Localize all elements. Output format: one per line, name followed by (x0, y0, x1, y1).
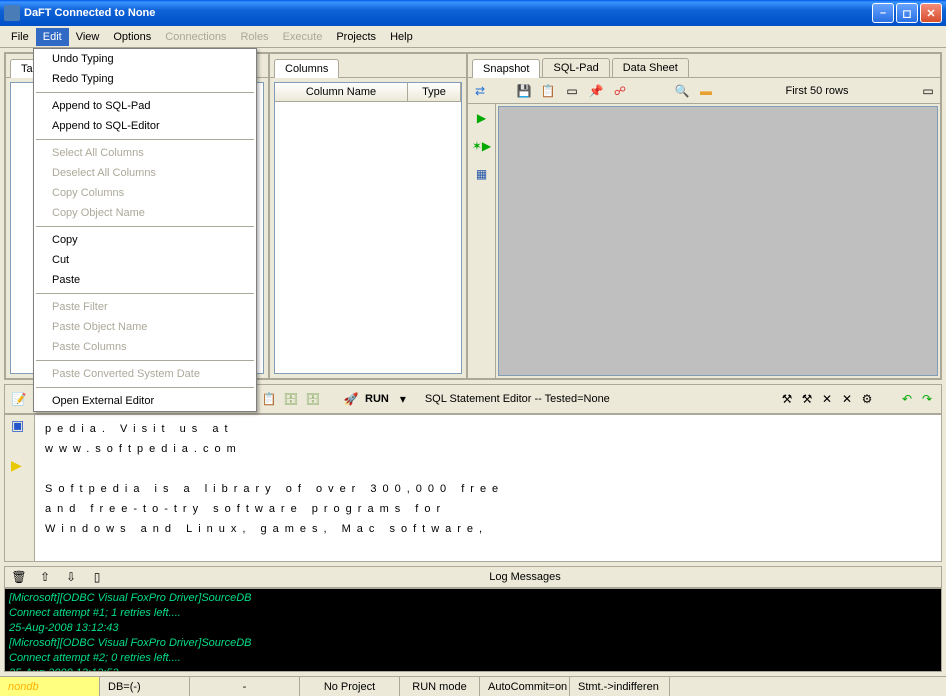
sql-status: SQL Statement Editor -- Tested=None (425, 393, 610, 405)
edit-dropdown: Undo Typing Redo Typing Append to SQL-Pa… (33, 48, 257, 412)
log-line: [Microsoft][ODBC Visual FoxPro Driver]So… (9, 591, 937, 606)
menu-paste-obj: Paste Object Name (34, 317, 256, 337)
minimize-button[interactable]: – (872, 3, 894, 23)
tool4-icon[interactable]: ✕ (839, 391, 855, 407)
log-line: 25-Aug-2008 13:12:43 (9, 621, 937, 636)
menu-paste-date: Paste Converted System Date (34, 364, 256, 384)
log-line: [Microsoft][ODBC Visual FoxPro Driver]So… (9, 636, 937, 651)
menu-redo[interactable]: Redo Typing (34, 69, 256, 89)
redo-icon[interactable]: ↷ (919, 391, 935, 407)
copy2-icon[interactable]: 📋 (261, 391, 277, 407)
box-icon[interactable]: ▭ (920, 83, 936, 99)
snapshot-toolbar: ⇄ 💾 📋 ▭ 📌 ☍ 🔍 ▬ First 50 rows ▭ (468, 78, 940, 104)
menu-view[interactable]: View (69, 28, 107, 46)
db1-icon[interactable]: 🗄 (283, 391, 299, 407)
db2-icon[interactable]: 🗄 (305, 391, 321, 407)
titlebar: DaFT Connected to None – ◻ ✕ (0, 0, 946, 26)
log-clear-icon[interactable]: 🗑 (11, 569, 27, 585)
tool5-icon[interactable]: ⚙ (859, 391, 875, 407)
save-icon[interactable]: 💾 (516, 83, 532, 99)
sql-editor[interactable]: ▣ ▶ pedia. Visit us at www.softpedia.com… (4, 414, 942, 562)
menu-copy-obj: Copy Object Name (34, 203, 256, 223)
menu-execute[interactable]: Execute (276, 28, 330, 46)
tool2-icon[interactable]: ⚒ (799, 391, 815, 407)
columns-body: Column Name Type (274, 82, 462, 374)
menu-paste-filter: Paste Filter (34, 297, 256, 317)
status-autocommit: AutoCommit=on (480, 677, 570, 696)
menu-copy-cols: Copy Columns (34, 183, 256, 203)
nav-arrows-icon[interactable]: ⇄ (472, 83, 488, 99)
menu-roles[interactable]: Roles (233, 28, 275, 46)
log-toolbar: 🗑 ⇧ ⇩ ▯ Log Messages (4, 566, 942, 588)
tab-sqlpad[interactable]: SQL-Pad (542, 58, 609, 77)
log-line: Connect attempt #2; 0 retries left.... (9, 651, 937, 666)
menu-options[interactable]: Options (106, 28, 158, 46)
run-dropdown-icon[interactable]: ▾ (395, 391, 411, 407)
marker-arrow-icon: ▶ (11, 457, 22, 474)
filter-icon[interactable]: ☍ (612, 83, 628, 99)
log-doc-icon[interactable]: ▯ (89, 569, 105, 585)
status-mode: RUN mode (400, 677, 480, 696)
log-panel[interactable]: [Microsoft][ODBC Visual FoxPro Driver]So… (4, 588, 942, 672)
menubar: File Edit View Options Connections Roles… (0, 26, 946, 48)
window-title: DaFT Connected to None (24, 7, 872, 19)
snapshot-sidebar: ▶ ✶▶ ▦ (468, 104, 496, 378)
statusbar: nondb DB=(-) - No Project RUN mode AutoC… (0, 676, 946, 696)
menu-copy[interactable]: Copy (34, 230, 256, 250)
menu-select-all: Select All Columns (34, 143, 256, 163)
tab-datasheet[interactable]: Data Sheet (612, 58, 689, 77)
run-button[interactable]: RUN (365, 393, 389, 405)
menu-file[interactable]: File (4, 28, 36, 46)
status-stmt: Stmt.->indifferen (570, 677, 670, 696)
app-icon (4, 5, 20, 21)
arrow-right-icon[interactable]: ▶ (474, 110, 490, 126)
close-button[interactable]: ✕ (920, 3, 942, 23)
menu-connections[interactable]: Connections (158, 28, 233, 46)
col-header-type[interactable]: Type (408, 83, 461, 101)
maximize-button[interactable]: ◻ (896, 3, 918, 23)
snapshot-panel: Snapshot SQL-Pad Data Sheet ⇄ 💾 📋 ▭ 📌 ☍ … (467, 53, 941, 379)
tab-columns[interactable]: Columns (274, 59, 339, 78)
menu-append-pad[interactable]: Append to SQL-Pad (34, 96, 256, 116)
blank-icon[interactable]: ▭ (564, 83, 580, 99)
marker-book-icon: ▣ (11, 417, 24, 434)
menu-deselect-all: Deselect All Columns (34, 163, 256, 183)
rows-label: First 50 rows (722, 85, 912, 97)
editor-gutter: ▣ ▶ (5, 415, 35, 561)
star-arrow-icon[interactable]: ✶▶ (474, 138, 490, 154)
columns-panel: Columns Column Name Type (269, 53, 467, 379)
tool1-icon[interactable]: ⚒ (779, 391, 795, 407)
log-line: Connect attempt #1; 1 retries left.... (9, 606, 937, 621)
menu-paste[interactable]: Paste (34, 270, 256, 290)
editor-text[interactable]: pedia. Visit us at www.softpedia.com Sof… (35, 415, 941, 561)
status-conn: nondb (0, 677, 100, 696)
note-icon[interactable]: 📝 (11, 391, 27, 407)
log-down-icon[interactable]: ⇩ (63, 569, 79, 585)
col-header-name[interactable]: Column Name (275, 83, 408, 101)
copy-icon[interactable]: 📋 (540, 83, 556, 99)
menu-cut[interactable]: Cut (34, 250, 256, 270)
search-icon[interactable]: 🔍 (674, 83, 690, 99)
folder-icon[interactable]: ▬ (698, 83, 714, 99)
menu-help[interactable]: Help (383, 28, 420, 46)
status-project: No Project (300, 677, 400, 696)
menu-edit[interactable]: Edit (36, 28, 69, 46)
log-line: 25-Aug-2008 13:12:53 (9, 666, 937, 672)
snapshot-canvas (498, 106, 938, 376)
log-up-icon[interactable]: ⇧ (37, 569, 53, 585)
grid-icon[interactable]: ▦ (474, 166, 490, 182)
menu-projects[interactable]: Projects (329, 28, 383, 46)
tool3-icon[interactable]: ✕ (819, 391, 835, 407)
rocket-icon[interactable]: 🚀 (343, 391, 359, 407)
status-db: DB=(-) (100, 677, 190, 696)
pin-icon[interactable]: 📌 (588, 83, 604, 99)
tab-snapshot[interactable]: Snapshot (472, 59, 540, 78)
menu-paste-cols: Paste Columns (34, 337, 256, 357)
undo-icon[interactable]: ↶ (899, 391, 915, 407)
menu-undo[interactable]: Undo Typing (34, 49, 256, 69)
menu-open-ext[interactable]: Open External Editor (34, 391, 256, 411)
log-title: Log Messages (115, 571, 935, 583)
menu-append-editor[interactable]: Append to SQL-Editor (34, 116, 256, 136)
status-dash: - (190, 677, 300, 696)
